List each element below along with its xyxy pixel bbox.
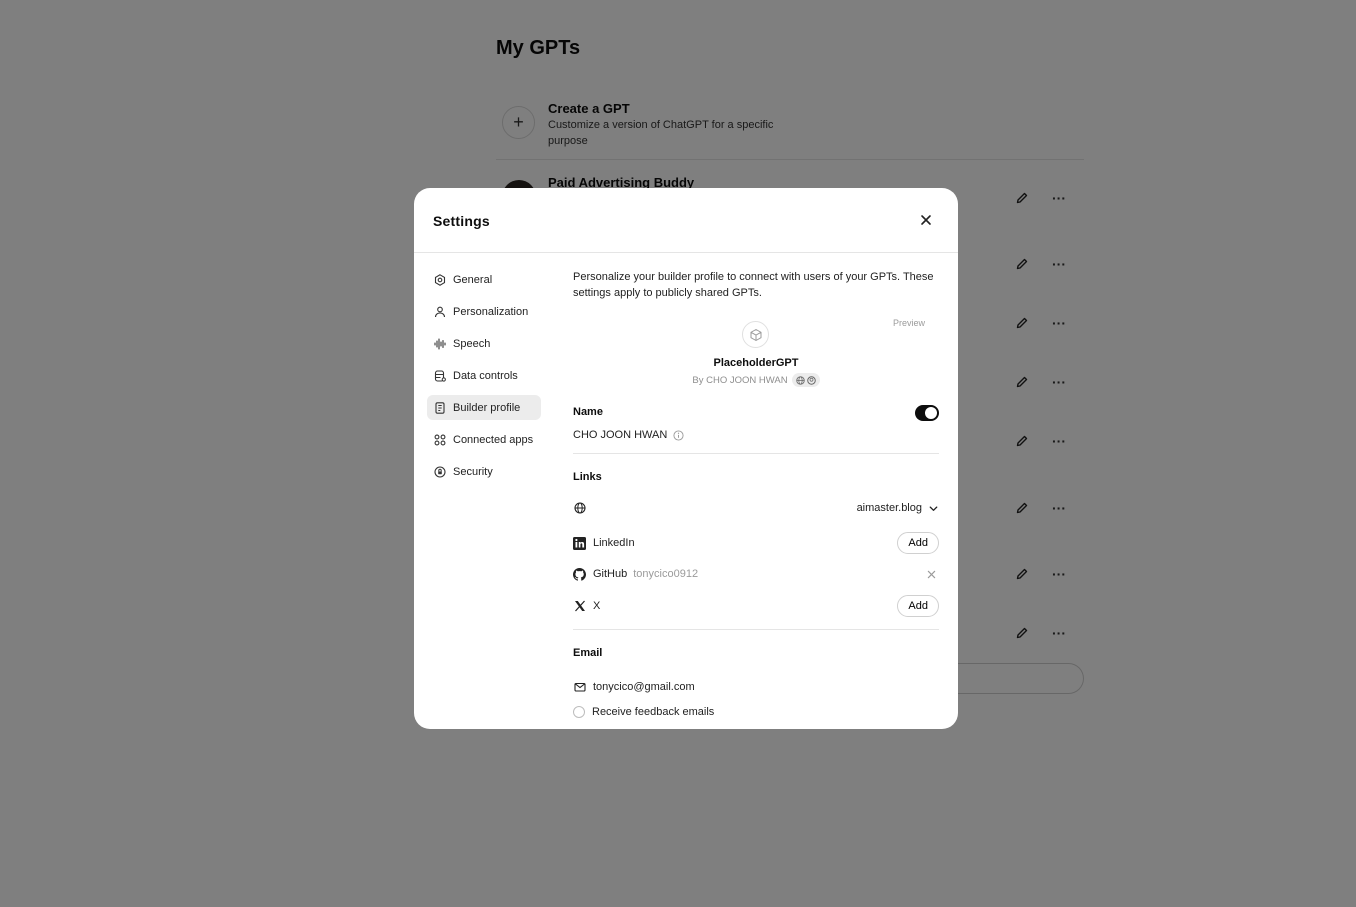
linkedin-actions: Add [897,532,939,554]
nav-item-data-controls[interactable]: Data controls [427,363,541,388]
shield-lock-icon [433,465,446,478]
database-icon [433,369,446,382]
name-section-label: Name [573,406,603,418]
apps-grid-icon [433,433,446,446]
close-icon [921,215,931,225]
nav-label: Builder profile [453,401,521,414]
remove-github-icon[interactable] [927,570,936,579]
website-domain-select[interactable]: aimaster.blog [857,497,939,519]
github-icon [806,375,816,385]
nav-item-security[interactable]: Security [427,459,541,484]
builder-profile-panel: Personalize your builder profile to conn… [573,269,939,718]
links-section-label: Links [573,471,602,483]
x-actions: Add [897,595,939,617]
name-visibility-toggle[interactable] [915,405,939,421]
close-button[interactable] [916,210,936,230]
divider [573,629,939,630]
github-label: GitHub [593,568,628,580]
waveform-icon [433,337,446,350]
github-username: tonycico0912 [633,568,699,580]
github-icon [573,567,586,581]
feedback-emails-option[interactable]: Receive feedback emails [573,706,714,718]
feedback-label: Receive feedback emails [592,706,715,718]
nav-item-general[interactable]: General [427,267,541,292]
preview-byline: By CHO JOON HWAN [573,373,939,387]
website-domain: aimaster.blog [856,502,922,514]
feedback-checkbox[interactable] [573,706,585,718]
email-section-label: Email [573,647,603,659]
email-address: tonycico@gmail.com [593,680,695,693]
github-actions [927,563,939,585]
divider [573,453,939,454]
mail-icon [573,680,586,693]
linkedin-add-button[interactable]: Add [897,532,939,554]
nav-label: Data controls [453,369,518,382]
preview-link-badges [791,373,820,387]
cube-icon [742,321,769,348]
dialog-title: Settings [433,213,490,229]
settings-dialog: Settings General Personalization Speech … [414,188,958,729]
builder-name: CHO JOON HWAN [573,429,668,441]
nav-label: Connected apps [453,433,534,446]
id-card-icon [433,401,446,414]
x-add-button[interactable]: Add [897,595,939,617]
nav-item-connected-apps[interactable]: Connected apps [427,427,541,452]
preview-by-text: By CHO JOON HWAN [692,374,788,386]
linkedin-label: LinkedIn [593,537,635,549]
nav-label: Security [453,465,493,478]
website-link-row: aimaster.blog [573,497,939,519]
nav-label: Personalization [453,305,529,318]
settings-nav: General Personalization Speech Data cont… [427,267,541,491]
globe-icon [573,502,586,515]
linkedin-link-row: LinkedIn Add [573,532,939,554]
globe-icon [795,375,805,385]
github-link-row: GitHub tonycico0912 [573,563,939,585]
preview-gpt-name: PlaceholderGPT [713,357,799,369]
nav-item-personalization[interactable]: Personalization [427,299,541,324]
chevron-down-icon [929,505,938,511]
dialog-header: Settings [414,188,958,253]
person-icon [433,305,446,318]
toggle-knob [925,407,937,419]
email-row: tonycico@gmail.com [573,680,695,693]
builder-profile-intro: Personalize your builder profile to conn… [573,271,934,299]
x-logo-icon [573,600,586,613]
name-value-row: CHO JOON HWAN [573,429,684,441]
linkedin-icon [573,536,586,550]
nav-label: General [453,273,493,286]
x-link-row: X Add [573,595,939,617]
preview-label: Preview [893,318,926,328]
nav-item-speech[interactable]: Speech [427,331,541,356]
gear-icon [433,273,446,286]
nav-item-builder-profile[interactable]: Builder profile [427,395,541,420]
nav-label: Speech [453,337,491,350]
x-label: X [593,600,601,612]
info-icon[interactable] [673,429,684,441]
